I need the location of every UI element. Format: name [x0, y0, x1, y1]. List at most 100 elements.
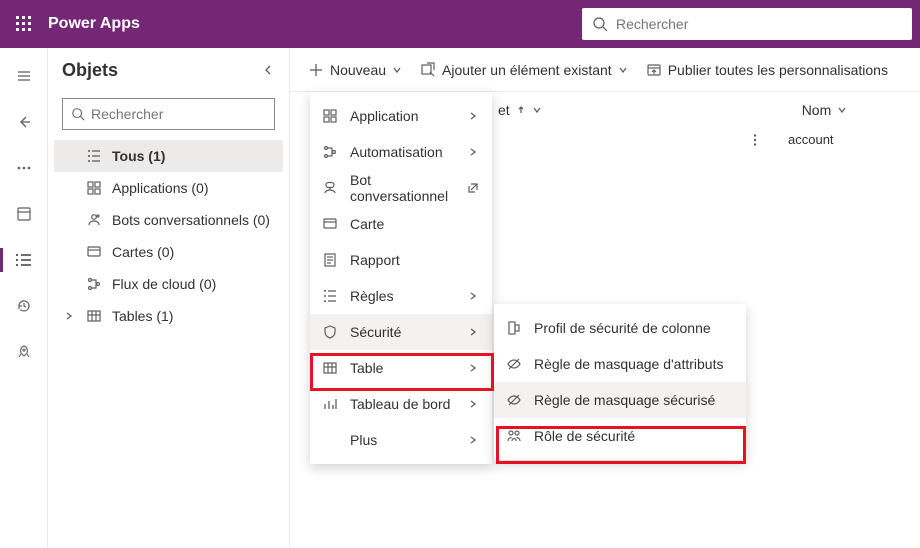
tree-type-icon — [86, 308, 102, 324]
tree-item[interactable]: Flux de cloud (0) — [54, 268, 283, 300]
add-existing-button[interactable]: Ajouter un élément existant — [420, 62, 628, 78]
objects-tree: Tous (1) Applications (0) Bots conversatio… — [48, 140, 289, 332]
chevron-down-icon — [532, 105, 542, 115]
publish-icon — [646, 62, 662, 78]
new-button[interactable]: Nouveau — [308, 62, 402, 78]
submenu-item[interactable]: Règle de masquage sécurisé — [494, 382, 746, 418]
publish-button[interactable]: Publier toutes les personnalisations — [646, 62, 888, 78]
menu-item-icon — [322, 144, 338, 160]
panel-search-input[interactable] — [91, 106, 272, 122]
column-display-name[interactable]: et — [498, 102, 542, 118]
menu-item[interactable]: Table — [310, 350, 492, 386]
tree-type-icon — [86, 212, 102, 228]
hamburger-icon[interactable] — [8, 60, 40, 92]
tree-item-label: Applications (0) — [112, 180, 275, 196]
collapse-panel-icon[interactable] — [261, 63, 275, 77]
menu-item-label: Table — [350, 360, 454, 376]
submenu-item-label: Règle de masquage d'attributs — [534, 356, 734, 372]
tree-item-label: Tous (1) — [112, 148, 275, 164]
history-icon[interactable] — [8, 290, 40, 322]
menu-item[interactable]: Automatisation — [310, 134, 492, 170]
submenu-item[interactable]: Rôle de sécurité — [494, 418, 746, 454]
menu-item-icon — [322, 216, 338, 232]
rocket-icon[interactable] — [8, 336, 40, 368]
tree-item[interactable]: Cartes (0) — [54, 236, 283, 268]
menu-item[interactable]: Bot conversationnel — [310, 170, 492, 206]
chevron-down-icon — [837, 105, 847, 115]
submenu-item[interactable]: Profil de sécurité de colonne — [494, 310, 746, 346]
chevron-right-icon — [466, 111, 480, 121]
menu-item[interactable]: Règles — [310, 278, 492, 314]
menu-item[interactable]: Tableau de bord — [310, 386, 492, 422]
menu-item-icon — [322, 108, 338, 124]
tree-item[interactable]: Applications (0) — [54, 172, 283, 204]
menu-item-icon — [322, 360, 338, 376]
command-bar: Nouveau Ajouter un élément existant Publ… — [290, 48, 920, 92]
global-search-input[interactable] — [616, 16, 902, 32]
waffle-icon[interactable] — [8, 8, 40, 40]
security-submenu: Profil de sécurité de colonne Règle de ma… — [494, 304, 746, 460]
sort-asc-icon — [516, 105, 526, 115]
tree-type-icon — [86, 276, 102, 292]
row-name-cell: account — [788, 132, 834, 147]
chevron-down-icon — [392, 65, 402, 75]
tree-type-icon — [86, 148, 102, 164]
tree-item[interactable]: Tables (1) — [54, 300, 283, 332]
menu-item-label: Automatisation — [350, 144, 454, 160]
menu-item-label: Sécurité — [350, 324, 454, 340]
submenu-item-label: Rôle de sécurité — [534, 428, 734, 444]
tree-type-icon — [86, 180, 102, 196]
menu-item-label: Rapport — [350, 252, 480, 268]
panel-search[interactable] — [62, 98, 275, 130]
chevron-right-icon — [466, 147, 480, 157]
submenu-item-icon — [506, 428, 522, 444]
objects-icon[interactable] — [8, 244, 40, 276]
tree-item-label: Cartes (0) — [112, 244, 275, 260]
submenu-item[interactable]: Règle de masquage d'attributs — [494, 346, 746, 382]
tree-item[interactable]: Bots conversationnels (0) — [54, 204, 283, 236]
menu-item[interactable]: Sécurité — [310, 314, 492, 350]
chevron-right-icon — [466, 363, 480, 373]
column-name[interactable]: Nom — [802, 102, 848, 118]
nav-rail — [0, 48, 48, 548]
back-icon[interactable] — [8, 106, 40, 138]
objects-panel: Objets Tous (1)Applications (0)Bots conv… — [48, 48, 290, 548]
menu-item-icon — [322, 396, 338, 412]
menu-item-label: Règles — [350, 288, 454, 304]
menu-item-label: Tableau de bord — [350, 396, 454, 412]
menu-item[interactable]: Rapport — [310, 242, 492, 278]
app-header: Power Apps — [0, 0, 920, 48]
new-menu: Application Automatisation Bot conversatio… — [310, 92, 492, 464]
add-existing-icon — [420, 62, 436, 78]
tree-item-label: Bots conversationnels (0) — [112, 212, 275, 228]
add-existing-label: Ajouter un élément existant — [442, 62, 612, 78]
external-icon — [466, 182, 480, 194]
menu-item-icon — [322, 252, 338, 268]
submenu-item-icon — [506, 320, 522, 336]
tree-item-label: Tables (1) — [112, 308, 275, 324]
submenu-item-label: Profil de sécurité de colonne — [534, 320, 734, 336]
publish-label: Publier toutes les personnalisations — [668, 62, 888, 78]
overflow-icon[interactable] — [8, 152, 40, 184]
new-label: Nouveau — [330, 62, 386, 78]
global-search[interactable] — [582, 8, 912, 40]
submenu-item-label: Règle de masquage sécurisé — [534, 392, 734, 408]
menu-item[interactable]: Application — [310, 98, 492, 134]
menu-item-icon — [322, 180, 338, 196]
row-more-icon[interactable] — [748, 133, 768, 147]
search-icon — [592, 16, 608, 32]
tree-type-icon — [86, 244, 102, 260]
chevron-right-icon — [466, 399, 480, 409]
tree-item-label: Flux de cloud (0) — [112, 276, 275, 292]
menu-item[interactable]: Carte — [310, 206, 492, 242]
app-title: Power Apps — [48, 15, 140, 33]
menu-item-label: Bot conversationnel — [350, 172, 454, 204]
tree-item[interactable]: Tous (1) — [54, 140, 283, 172]
chevron-right-icon[interactable] — [62, 311, 76, 321]
search-icon — [71, 107, 85, 121]
menu-item[interactable]: Plus — [310, 422, 492, 458]
plus-icon — [308, 62, 324, 78]
overview-icon[interactable] — [8, 198, 40, 230]
chevron-down-icon — [618, 65, 628, 75]
menu-item-label: Application — [350, 108, 454, 124]
